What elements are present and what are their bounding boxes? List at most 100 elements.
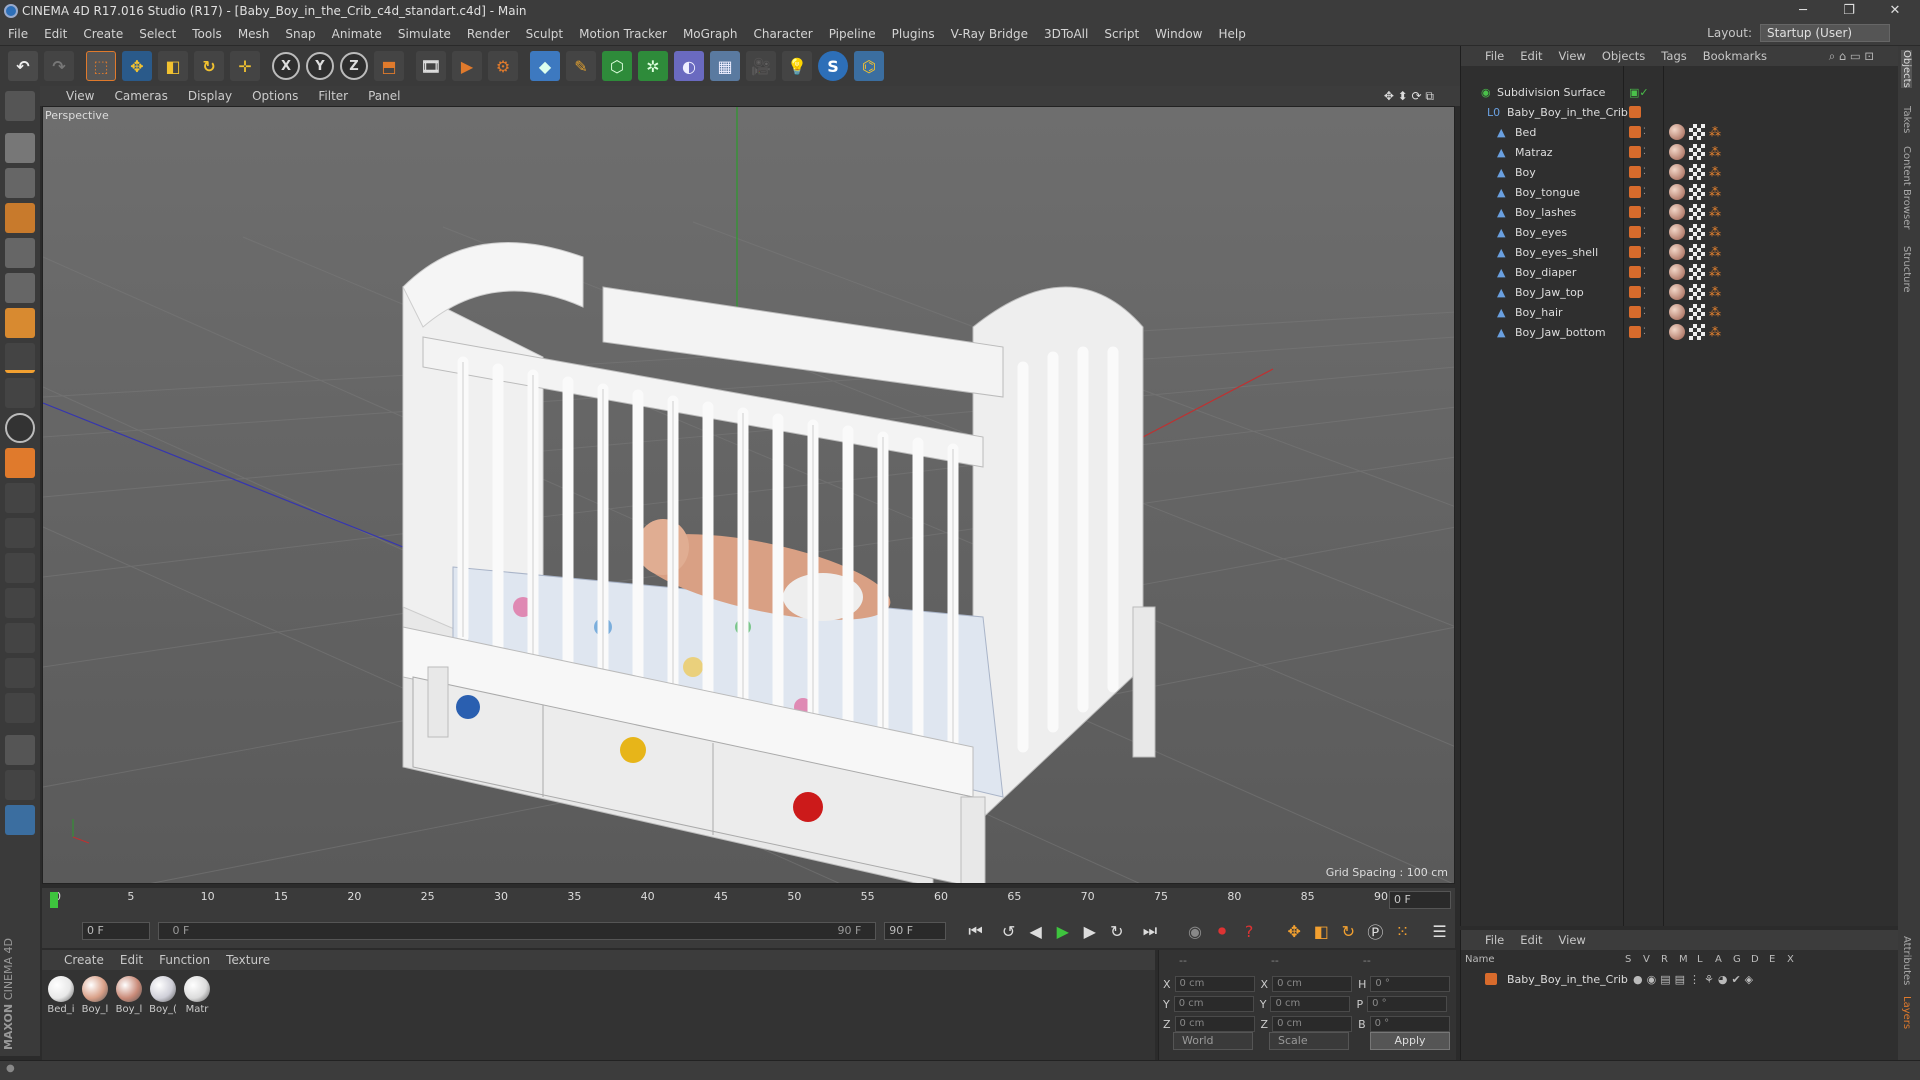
coord-field[interactable]: 0 cm (1174, 1016, 1255, 1032)
visibility-dots-icon[interactable]: ⁚ (1643, 227, 1646, 237)
python-script-icon[interactable] (5, 805, 35, 835)
layer-column-header[interactable]: R (1661, 954, 1668, 965)
texture-tag-icon[interactable] (1689, 184, 1705, 200)
end-frame-field[interactable]: 90 F (884, 922, 947, 940)
layer-color-icon[interactable] (1629, 286, 1641, 298)
make-editable-icon[interactable] (5, 91, 35, 121)
menu-character[interactable]: Character (745, 27, 820, 41)
phong-tag-icon[interactable] (1669, 324, 1685, 340)
object-row-subdivision-surface[interactable]: ◉ Subdivision Surface ▣✓ (1461, 82, 1899, 102)
snap-icon[interactable] (5, 413, 35, 443)
menu-render[interactable]: Render (459, 27, 518, 41)
phong-tag-icon[interactable] (1669, 124, 1685, 140)
texture-tag-icon[interactable] (1689, 304, 1705, 320)
object-row-boy-lashes[interactable]: ▲ Boy_lashes ⁚ ⁂ (1461, 202, 1899, 222)
timeline-layout-icon[interactable]: ☰ (1428, 919, 1451, 943)
material-tag-icon[interactable]: ⁂ (1709, 206, 1721, 218)
menu-edit[interactable]: Edit (36, 27, 75, 41)
layer-color-icon[interactable] (1629, 226, 1641, 238)
layer-row[interactable]: Baby_Boy_in_the_Crib ●◉▤▤⋮⚘◕✔◈ (1465, 970, 1895, 988)
minimize-button[interactable]: ─ (1780, 0, 1826, 22)
menu-sculpt[interactable]: Sculpt (518, 27, 571, 41)
visibility-dots-icon[interactable]: ⁚ (1643, 127, 1646, 137)
texture-tag-icon[interactable] (1689, 224, 1705, 240)
deformer-icon[interactable]: ◐ (674, 51, 704, 81)
menu-animate[interactable]: Animate (324, 27, 390, 41)
viewport-menu-panel[interactable]: Panel (368, 89, 400, 103)
menu-v-ray-bridge[interactable]: V-Ray Bridge (943, 27, 1036, 41)
y-axis-icon[interactable]: Y (306, 52, 334, 80)
z-axis-icon[interactable]: Z (340, 52, 368, 80)
menu-snap[interactable]: Snap (277, 27, 323, 41)
model-mode-icon[interactable] (5, 133, 35, 163)
menu-simulate[interactable]: Simulate (390, 27, 459, 41)
menu-help[interactable]: Help (1210, 27, 1253, 41)
cinema4d-icon[interactable]: S (818, 51, 848, 81)
enabled-check-icon[interactable]: ▣✓ (1629, 86, 1649, 99)
render-view-icon[interactable]: 🎞 (416, 51, 446, 81)
auto-keying-icon[interactable]: ⏺ (1211, 919, 1234, 943)
playhead-marker[interactable] (50, 892, 58, 908)
layer-color-icon[interactable] (1629, 186, 1641, 198)
x-axis-icon[interactable]: X (272, 52, 300, 80)
material-tag-icon[interactable]: ⁂ (1709, 286, 1721, 298)
material-menu-create[interactable]: Create (64, 953, 104, 967)
previous-frame-icon[interactable]: ◀ (1024, 919, 1047, 943)
menu-mograph[interactable]: MoGraph (675, 27, 746, 41)
object-menu-objects[interactable]: Objects (1602, 49, 1645, 63)
rotate-icon[interactable]: ↻ (194, 51, 224, 81)
coord-field[interactable]: 0 cm (1270, 996, 1351, 1012)
object-row-group[interactable]: L0 Baby_Boy_in_the_Crib (1461, 102, 1899, 122)
floor-icon[interactable]: ▦ (710, 51, 740, 81)
knife-tool-icon[interactable] (5, 693, 35, 723)
object-row-boy-hair[interactable]: ▲ Boy_hair ⁚ ⁂ (1461, 302, 1899, 322)
layer-menu-file[interactable]: File (1485, 933, 1504, 947)
layer-menu-view[interactable]: View (1559, 933, 1586, 947)
world-dropdown[interactable]: World (1173, 1032, 1253, 1050)
next-frame-icon[interactable]: ▶ (1078, 919, 1101, 943)
layer-column-header[interactable]: E (1769, 954, 1775, 965)
start-frame-field[interactable]: 0 F (82, 922, 150, 940)
record-keys-icon[interactable]: ◉ (1183, 919, 1206, 943)
menu-3dtoall[interactable]: 3DToAll (1036, 27, 1096, 41)
texture-tag-icon[interactable] (1689, 284, 1705, 300)
play-icon[interactable]: ▶ (1051, 919, 1074, 943)
viewport-menu-display[interactable]: Display (188, 89, 232, 103)
layer-flags-icon[interactable]: ●◉▤▤⋮⚘◕✔◈ (1633, 973, 1757, 986)
pull-tool-icon[interactable] (5, 623, 35, 653)
phong-tag-icon[interactable] (1669, 284, 1685, 300)
object-menu-bookmarks[interactable]: Bookmarks (1703, 49, 1767, 63)
layer-column-header[interactable]: X (1787, 954, 1794, 965)
pen-icon[interactable]: ✎ (566, 51, 596, 81)
object-menu-edit[interactable]: Edit (1520, 49, 1542, 63)
visibility-dots-icon[interactable]: ⁚ (1643, 247, 1646, 257)
previous-key-icon[interactable]: ↺ (997, 919, 1020, 943)
material-swatch[interactable]: Boy_l (114, 976, 144, 1015)
visibility-dots-icon[interactable]: ⁚ (1643, 207, 1646, 217)
menu-file[interactable]: File (0, 27, 36, 41)
keyframe-selection-icon[interactable]: ? (1238, 919, 1261, 943)
visibility-dots-icon[interactable]: ⁚ (1643, 167, 1646, 177)
apply-button[interactable]: Apply (1370, 1032, 1450, 1050)
material-swatch[interactable]: Boy_( (148, 976, 178, 1015)
visibility-dots-icon[interactable]: ⁚ (1643, 187, 1646, 197)
viewport-menu-cameras[interactable]: Cameras (114, 89, 167, 103)
texture-tag-icon[interactable] (1689, 264, 1705, 280)
object-row-bed[interactable]: ▲ Bed ⁚ ⁂ (1461, 122, 1899, 142)
brush-tool-icon[interactable] (5, 518, 35, 548)
search-icon[interactable]: ⌕ ⌂ ▭ ⊡ (1829, 49, 1874, 64)
layer-color-icon[interactable] (1629, 146, 1641, 158)
close-button[interactable]: ✕ (1872, 0, 1918, 22)
maximize-button[interactable]: ❐ (1826, 0, 1872, 22)
menu-tools[interactable]: Tools (184, 27, 230, 41)
object-row-boy-tongue[interactable]: ▲ Boy_tongue ⁚ ⁂ (1461, 182, 1899, 202)
visibility-dots-icon[interactable]: ⁚ (1643, 267, 1646, 277)
object-row-boy-eyes[interactable]: ▲ Boy_eyes ⁚ ⁂ (1461, 222, 1899, 242)
texture-tag-icon[interactable] (1689, 204, 1705, 220)
key-pla-icon[interactable]: ⁙ (1391, 919, 1414, 943)
coord-field[interactable]: 0 ° (1369, 1016, 1450, 1032)
grid-lock-icon[interactable] (5, 735, 35, 765)
layer-column-header[interactable]: L (1697, 954, 1703, 965)
tab-attributes[interactable]: Attributes (1901, 936, 1912, 985)
menu-plugins[interactable]: Plugins (884, 27, 943, 41)
